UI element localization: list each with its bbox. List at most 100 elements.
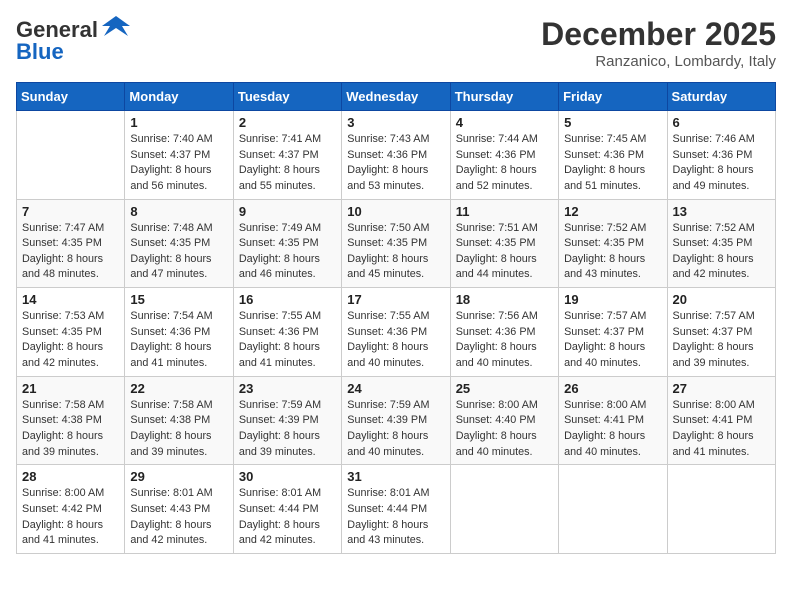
calendar-cell bbox=[667, 465, 775, 554]
day-info: Sunrise: 7:44 AMSunset: 4:36 PMDaylight:… bbox=[456, 132, 553, 195]
page-header: General Blue December 2025 Ranzanico, Lo… bbox=[16, 16, 776, 70]
day-info: Sunrise: 7:48 AMSunset: 4:35 PMDaylight:… bbox=[130, 221, 227, 284]
day-number: 10 bbox=[347, 204, 444, 219]
weekday-header-monday: Monday bbox=[125, 83, 233, 111]
weekday-header-thursday: Thursday bbox=[450, 83, 558, 111]
calendar-cell: 19 Sunrise: 7:57 AMSunset: 4:37 PMDayligh… bbox=[559, 288, 667, 377]
calendar-cell: 17 Sunrise: 7:55 AMSunset: 4:36 PMDayligh… bbox=[342, 288, 450, 377]
weekday-header-saturday: Saturday bbox=[667, 83, 775, 111]
calendar-cell: 20 Sunrise: 7:57 AMSunset: 4:37 PMDayligh… bbox=[667, 288, 775, 377]
calendar-cell: 14 Sunrise: 7:53 AMSunset: 4:35 PMDayligh… bbox=[17, 288, 125, 377]
calendar-cell: 23 Sunrise: 7:59 AMSunset: 4:39 PMDayligh… bbox=[233, 376, 341, 465]
day-info: Sunrise: 7:41 AMSunset: 4:37 PMDaylight:… bbox=[239, 132, 336, 195]
weekday-header-friday: Friday bbox=[559, 83, 667, 111]
day-info: Sunrise: 7:46 AMSunset: 4:36 PMDaylight:… bbox=[673, 132, 770, 195]
day-number: 17 bbox=[347, 292, 444, 307]
day-number: 20 bbox=[673, 292, 770, 307]
day-number: 5 bbox=[564, 115, 661, 130]
day-number: 14 bbox=[22, 292, 119, 307]
day-number: 19 bbox=[564, 292, 661, 307]
day-info: Sunrise: 7:59 AMSunset: 4:39 PMDaylight:… bbox=[239, 398, 336, 461]
calendar-cell: 18 Sunrise: 7:56 AMSunset: 4:36 PMDayligh… bbox=[450, 288, 558, 377]
logo-bird-icon bbox=[100, 12, 132, 44]
day-number: 8 bbox=[130, 204, 227, 219]
calendar-cell: 7Sunrise: 7:47 AMSunset: 4:35 PMDaylight… bbox=[17, 199, 125, 288]
day-number: 1 bbox=[130, 115, 227, 130]
day-number: 11 bbox=[456, 204, 553, 219]
calendar-cell: 1 Sunrise: 7:40 AMSunset: 4:37 PMDaylight… bbox=[125, 111, 233, 200]
day-info: Sunrise: 7:58 AMSunset: 4:38 PMDaylight:… bbox=[130, 398, 227, 461]
day-number: 29 bbox=[130, 469, 227, 484]
day-number: 15 bbox=[130, 292, 227, 307]
month-title: December 2025 bbox=[541, 16, 776, 53]
day-info: Sunrise: 8:01 AMSunset: 4:44 PMDaylight:… bbox=[239, 486, 336, 549]
calendar-cell: 11 Sunrise: 7:51 AMSunset: 4:35 PMDayligh… bbox=[450, 199, 558, 288]
day-number: 4 bbox=[456, 115, 553, 130]
calendar-cell: 24 Sunrise: 7:59 AMSunset: 4:39 PMDayligh… bbox=[342, 376, 450, 465]
day-info: Sunrise: 7:51 AMSunset: 4:35 PMDaylight:… bbox=[456, 221, 553, 284]
day-info: Sunrise: 7:50 AMSunset: 4:35 PMDaylight:… bbox=[347, 221, 444, 284]
day-info: Sunrise: 7:59 AMSunset: 4:39 PMDaylight:… bbox=[347, 398, 444, 461]
logo: General Blue bbox=[16, 16, 132, 64]
location: Ranzanico, Lombardy, Italy bbox=[541, 53, 776, 70]
day-info: Sunrise: 8:00 AMSunset: 4:41 PMDaylight:… bbox=[564, 398, 661, 461]
day-number: 28 bbox=[22, 469, 119, 484]
day-number: 22 bbox=[130, 381, 227, 396]
day-info: Sunrise: 7:57 AMSunset: 4:37 PMDaylight:… bbox=[673, 309, 770, 372]
calendar-week-3: 14 Sunrise: 7:53 AMSunset: 4:35 PMDayligh… bbox=[17, 288, 776, 377]
calendar-cell: 8 Sunrise: 7:48 AMSunset: 4:35 PMDaylight… bbox=[125, 199, 233, 288]
day-info: Sunrise: 8:01 AMSunset: 4:44 PMDaylight:… bbox=[347, 486, 444, 549]
weekday-header-wednesday: Wednesday bbox=[342, 83, 450, 111]
day-number: 25 bbox=[456, 381, 553, 396]
calendar-cell bbox=[559, 465, 667, 554]
calendar-week-4: 21 Sunrise: 7:58 AMSunset: 4:38 PMDayligh… bbox=[17, 376, 776, 465]
day-info: Sunrise: 8:00 AMSunset: 4:42 PMDaylight:… bbox=[22, 486, 119, 549]
day-number: 3 bbox=[347, 115, 444, 130]
day-info: Sunrise: 7:56 AMSunset: 4:36 PMDaylight:… bbox=[456, 309, 553, 372]
weekday-header-sunday: Sunday bbox=[17, 83, 125, 111]
day-info: Sunrise: 7:40 AMSunset: 4:37 PMDaylight:… bbox=[130, 132, 227, 195]
calendar-cell: 27 Sunrise: 8:00 AMSunset: 4:41 PMDayligh… bbox=[667, 376, 775, 465]
calendar-cell: 22 Sunrise: 7:58 AMSunset: 4:38 PMDayligh… bbox=[125, 376, 233, 465]
calendar-cell: 2Sunrise: 7:41 AMSunset: 4:37 PMDaylight… bbox=[233, 111, 341, 200]
day-info: Sunrise: 7:45 AMSunset: 4:36 PMDaylight:… bbox=[564, 132, 661, 195]
calendar-week-1: 1 Sunrise: 7:40 AMSunset: 4:37 PMDaylight… bbox=[17, 111, 776, 200]
day-info: Sunrise: 7:52 AMSunset: 4:35 PMDaylight:… bbox=[673, 221, 770, 284]
day-info: Sunrise: 8:00 AMSunset: 4:41 PMDaylight:… bbox=[673, 398, 770, 461]
calendar-cell: 13Sunrise: 7:52 AMSunset: 4:35 PMDayligh… bbox=[667, 199, 775, 288]
calendar-cell: 6 Sunrise: 7:46 AMSunset: 4:36 PMDaylight… bbox=[667, 111, 775, 200]
calendar-cell: 29Sunrise: 8:01 AMSunset: 4:43 PMDayligh… bbox=[125, 465, 233, 554]
calendar-cell: 10 Sunrise: 7:50 AMSunset: 4:35 PMDayligh… bbox=[342, 199, 450, 288]
day-info: Sunrise: 7:49 AMSunset: 4:35 PMDaylight:… bbox=[239, 221, 336, 284]
calendar-cell: 31Sunrise: 8:01 AMSunset: 4:44 PMDayligh… bbox=[342, 465, 450, 554]
calendar-cell: 12 Sunrise: 7:52 AMSunset: 4:35 PMDayligh… bbox=[559, 199, 667, 288]
day-number: 26 bbox=[564, 381, 661, 396]
calendar-cell: 21 Sunrise: 7:58 AMSunset: 4:38 PMDayligh… bbox=[17, 376, 125, 465]
day-number: 16 bbox=[239, 292, 336, 307]
day-info: Sunrise: 7:54 AMSunset: 4:36 PMDaylight:… bbox=[130, 309, 227, 372]
calendar-cell bbox=[450, 465, 558, 554]
day-number: 21 bbox=[22, 381, 119, 396]
day-number: 23 bbox=[239, 381, 336, 396]
calendar-cell bbox=[17, 111, 125, 200]
day-info: Sunrise: 7:58 AMSunset: 4:38 PMDaylight:… bbox=[22, 398, 119, 461]
day-number: 7 bbox=[22, 204, 119, 219]
day-number: 18 bbox=[456, 292, 553, 307]
day-number: 24 bbox=[347, 381, 444, 396]
day-info: Sunrise: 7:53 AMSunset: 4:35 PMDaylight:… bbox=[22, 309, 119, 372]
calendar-week-5: 28 Sunrise: 8:00 AMSunset: 4:42 PMDayligh… bbox=[17, 465, 776, 554]
calendar-cell: 5 Sunrise: 7:45 AMSunset: 4:36 PMDaylight… bbox=[559, 111, 667, 200]
weekday-header-tuesday: Tuesday bbox=[233, 83, 341, 111]
day-info: Sunrise: 7:55 AMSunset: 4:36 PMDaylight:… bbox=[347, 309, 444, 372]
calendar-cell: 25Sunrise: 8:00 AMSunset: 4:40 PMDayligh… bbox=[450, 376, 558, 465]
day-info: Sunrise: 7:43 AMSunset: 4:36 PMDaylight:… bbox=[347, 132, 444, 195]
day-number: 9 bbox=[239, 204, 336, 219]
calendar-cell: 28 Sunrise: 8:00 AMSunset: 4:42 PMDayligh… bbox=[17, 465, 125, 554]
day-info: Sunrise: 7:52 AMSunset: 4:35 PMDaylight:… bbox=[564, 221, 661, 284]
title-block: December 2025 Ranzanico, Lombardy, Italy bbox=[541, 16, 776, 70]
calendar-cell: 16Sunrise: 7:55 AMSunset: 4:36 PMDayligh… bbox=[233, 288, 341, 377]
day-info: Sunrise: 7:57 AMSunset: 4:37 PMDaylight:… bbox=[564, 309, 661, 372]
day-number: 6 bbox=[673, 115, 770, 130]
day-number: 12 bbox=[564, 204, 661, 219]
day-number: 27 bbox=[673, 381, 770, 396]
